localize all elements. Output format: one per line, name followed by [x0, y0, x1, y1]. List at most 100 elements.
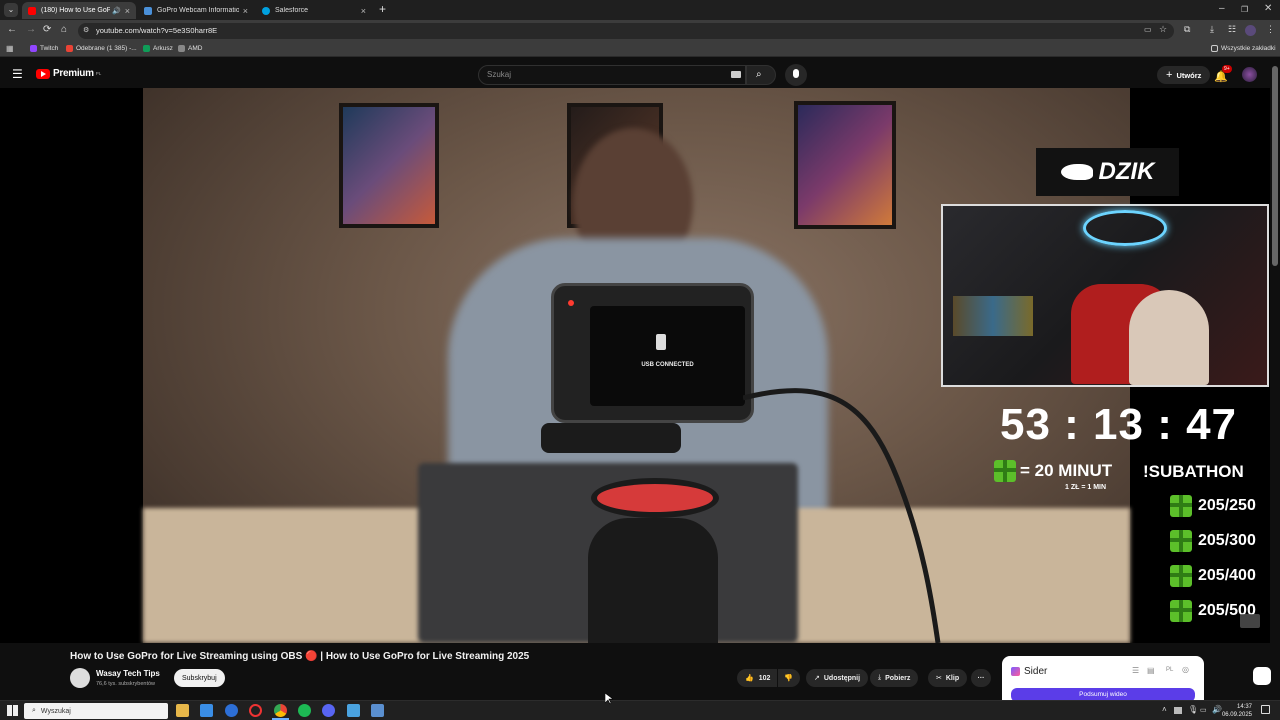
- boar-icon: [1060, 164, 1093, 180]
- install-icon[interactable]: ▭: [1144, 25, 1152, 34]
- sider-language-icon[interactable]: PL: [1166, 667, 1173, 673]
- forward-icon[interactable]: →: [26, 24, 36, 35]
- gift-icon: [1170, 600, 1192, 622]
- create-button[interactable]: + Utwórz: [1157, 66, 1211, 84]
- share-button[interactable]: ↗ Udostępnij: [806, 669, 869, 687]
- keyboard-icon[interactable]: [731, 71, 741, 78]
- youtube-play-icon: [36, 68, 50, 79]
- tab-gopro-info[interactable]: GoPro Webcam Information Ar ×: [138, 2, 254, 19]
- poster-left: [339, 103, 439, 228]
- close-tab-icon[interactable]: ×: [125, 6, 130, 16]
- page-scrollbar[interactable]: [1270, 58, 1280, 698]
- menu-kebab-icon[interactable]: ⋮: [1266, 24, 1275, 35]
- download-icon[interactable]: ⤓: [1210, 24, 1214, 35]
- scrollbar-thumb[interactable]: [1272, 66, 1278, 266]
- video-title: How to Use GoPro for Live Streaming usin…: [70, 651, 530, 662]
- plus-icon: +: [1166, 69, 1173, 81]
- chrome-icon[interactable]: [274, 704, 287, 717]
- apps-grid-icon[interactable]: ▦: [6, 44, 14, 53]
- app-icon[interactable]: [225, 704, 238, 717]
- bookmark-star-icon[interactable]: ☆: [1159, 24, 1167, 35]
- opera-icon[interactable]: [249, 704, 262, 717]
- taskbar-search[interactable]: ⌕ Wyszukaj: [24, 703, 168, 719]
- bookmark-gmail[interactable]: Odebrane (1 385) -...: [66, 45, 137, 52]
- file-explorer-icon[interactable]: [176, 704, 189, 717]
- search-button[interactable]: ⌕: [746, 65, 776, 85]
- home-icon[interactable]: ⌂: [61, 24, 67, 35]
- like-button[interactable]: 👍 102: [737, 669, 777, 687]
- account-avatar[interactable]: [1242, 67, 1257, 82]
- volume-icon[interactable]: 🔊: [1212, 705, 1222, 714]
- more-actions-button[interactable]: ···: [971, 669, 991, 687]
- camera-record-light: [568, 300, 574, 306]
- url-text[interactable]: youtube.com/watch?v=5e3S0harr8E: [96, 26, 217, 35]
- discord-icon[interactable]: [322, 704, 335, 717]
- hamburger-menu-icon[interactable]: ☰: [12, 67, 23, 81]
- bookmark-amd[interactable]: AMD: [178, 45, 202, 52]
- spotify-icon[interactable]: [298, 704, 311, 717]
- tab-search-icon[interactable]: ⌄: [4, 3, 18, 17]
- mic-icon: [793, 69, 799, 78]
- tray-app-icon[interactable]: [1174, 707, 1182, 714]
- close-tab-icon[interactable]: ×: [243, 6, 248, 16]
- new-tab-button[interactable]: +: [379, 2, 386, 16]
- tab-title: Salesforce: [275, 7, 309, 14]
- site-info-icon[interactable]: ⚙: [83, 26, 89, 34]
- camera-screen: USB CONNECTED: [590, 306, 745, 406]
- address-bar[interactable]: ⚙ youtube.com/watch?v=5e3S0harr8E ▭ ☆: [78, 23, 1174, 39]
- mouse-cursor: [605, 693, 613, 705]
- tab-salesforce[interactable]: Salesforce ×: [256, 2, 372, 19]
- taskbar-clock[interactable]: 14:37 06.09.2025: [1222, 703, 1252, 719]
- clip-button[interactable]: ✂ Klip: [928, 669, 968, 687]
- obs-app-icon[interactable]: [371, 704, 384, 717]
- tab-groups-icon[interactable]: ☷: [1228, 24, 1236, 35]
- usb-cable: [743, 388, 941, 643]
- subscribe-button[interactable]: Subskrybuj: [174, 669, 225, 687]
- sider-grid-icon[interactable]: ▤: [1147, 666, 1155, 675]
- tab-title: (180) How to Use GoPro fo: [41, 7, 111, 14]
- back-icon[interactable]: ←: [7, 24, 17, 35]
- network-icon[interactable]: ▭: [1200, 706, 1207, 714]
- voice-search-button[interactable]: [785, 64, 807, 86]
- sider-settings-icon[interactable]: ◎: [1182, 665, 1189, 674]
- search-input[interactable]: Szukaj: [478, 65, 746, 85]
- notifications-button[interactable]: 🔔 9+: [1214, 65, 1232, 85]
- amd-icon: [178, 45, 185, 52]
- reload-icon[interactable]: ⟳: [43, 24, 51, 35]
- maximize-icon[interactable]: ❐: [1241, 5, 1248, 14]
- sider-logo-icon: [1011, 667, 1020, 676]
- channel-avatar[interactable]: [70, 668, 90, 688]
- youtube-logo[interactable]: Premium PL: [36, 68, 101, 79]
- close-window-icon[interactable]: ✕: [1264, 3, 1272, 14]
- notification-center-icon[interactable]: [1261, 705, 1270, 714]
- window-app-icon[interactable]: [347, 704, 360, 717]
- channel-name[interactable]: Wasay Tech Tips: [96, 669, 160, 678]
- close-tab-icon[interactable]: ×: [361, 6, 366, 16]
- tray-chevron-icon[interactable]: ˄: [1162, 705, 1167, 714]
- video-settings-icon[interactable]: [1240, 614, 1260, 628]
- video-player[interactable]: USB CONNECTED DZIK 53 : 13 : 47 = 20 MIN…: [0, 88, 1270, 643]
- download-icon: ⤓: [878, 674, 882, 681]
- sider-list-icon[interactable]: ☰: [1132, 666, 1139, 675]
- tab-youtube[interactable]: (180) How to Use GoPro fo 🔊 ×: [22, 2, 136, 19]
- extensions-icon[interactable]: ⧉: [1184, 24, 1190, 35]
- store-icon[interactable]: [200, 704, 213, 717]
- windows-start-icon[interactable]: [7, 705, 18, 716]
- dislike-button[interactable]: 👎: [778, 669, 800, 687]
- microphone-icon[interactable]: 🎙: [1188, 705, 1198, 714]
- minimize-icon[interactable]: –: [1219, 3, 1225, 14]
- all-bookmarks[interactable]: Wszystkie zakładki: [1211, 45, 1276, 52]
- folder-icon: [1211, 45, 1218, 52]
- twitch-icon: [30, 45, 37, 52]
- page-favicon-icon: [144, 6, 152, 15]
- thumbs-down-icon: 👎: [784, 675, 793, 682]
- sider-name: Sider: [1024, 666, 1048, 677]
- windows-taskbar: ⌕ Wyszukaj ˄ 🎙 ▭ 🔊 14:37 06.09.2025: [0, 700, 1280, 720]
- audio-icon[interactable]: 🔊: [112, 7, 121, 15]
- sider-launcher-icon[interactable]: [1253, 667, 1271, 685]
- download-button[interactable]: ⤓ Pobierz: [870, 669, 919, 687]
- youtube-favicon-icon: [28, 6, 36, 15]
- bookmark-twitch[interactable]: Twitch: [30, 45, 58, 52]
- bookmark-arkusz[interactable]: Arkusz: [143, 45, 173, 52]
- profile-avatar[interactable]: [1245, 25, 1256, 36]
